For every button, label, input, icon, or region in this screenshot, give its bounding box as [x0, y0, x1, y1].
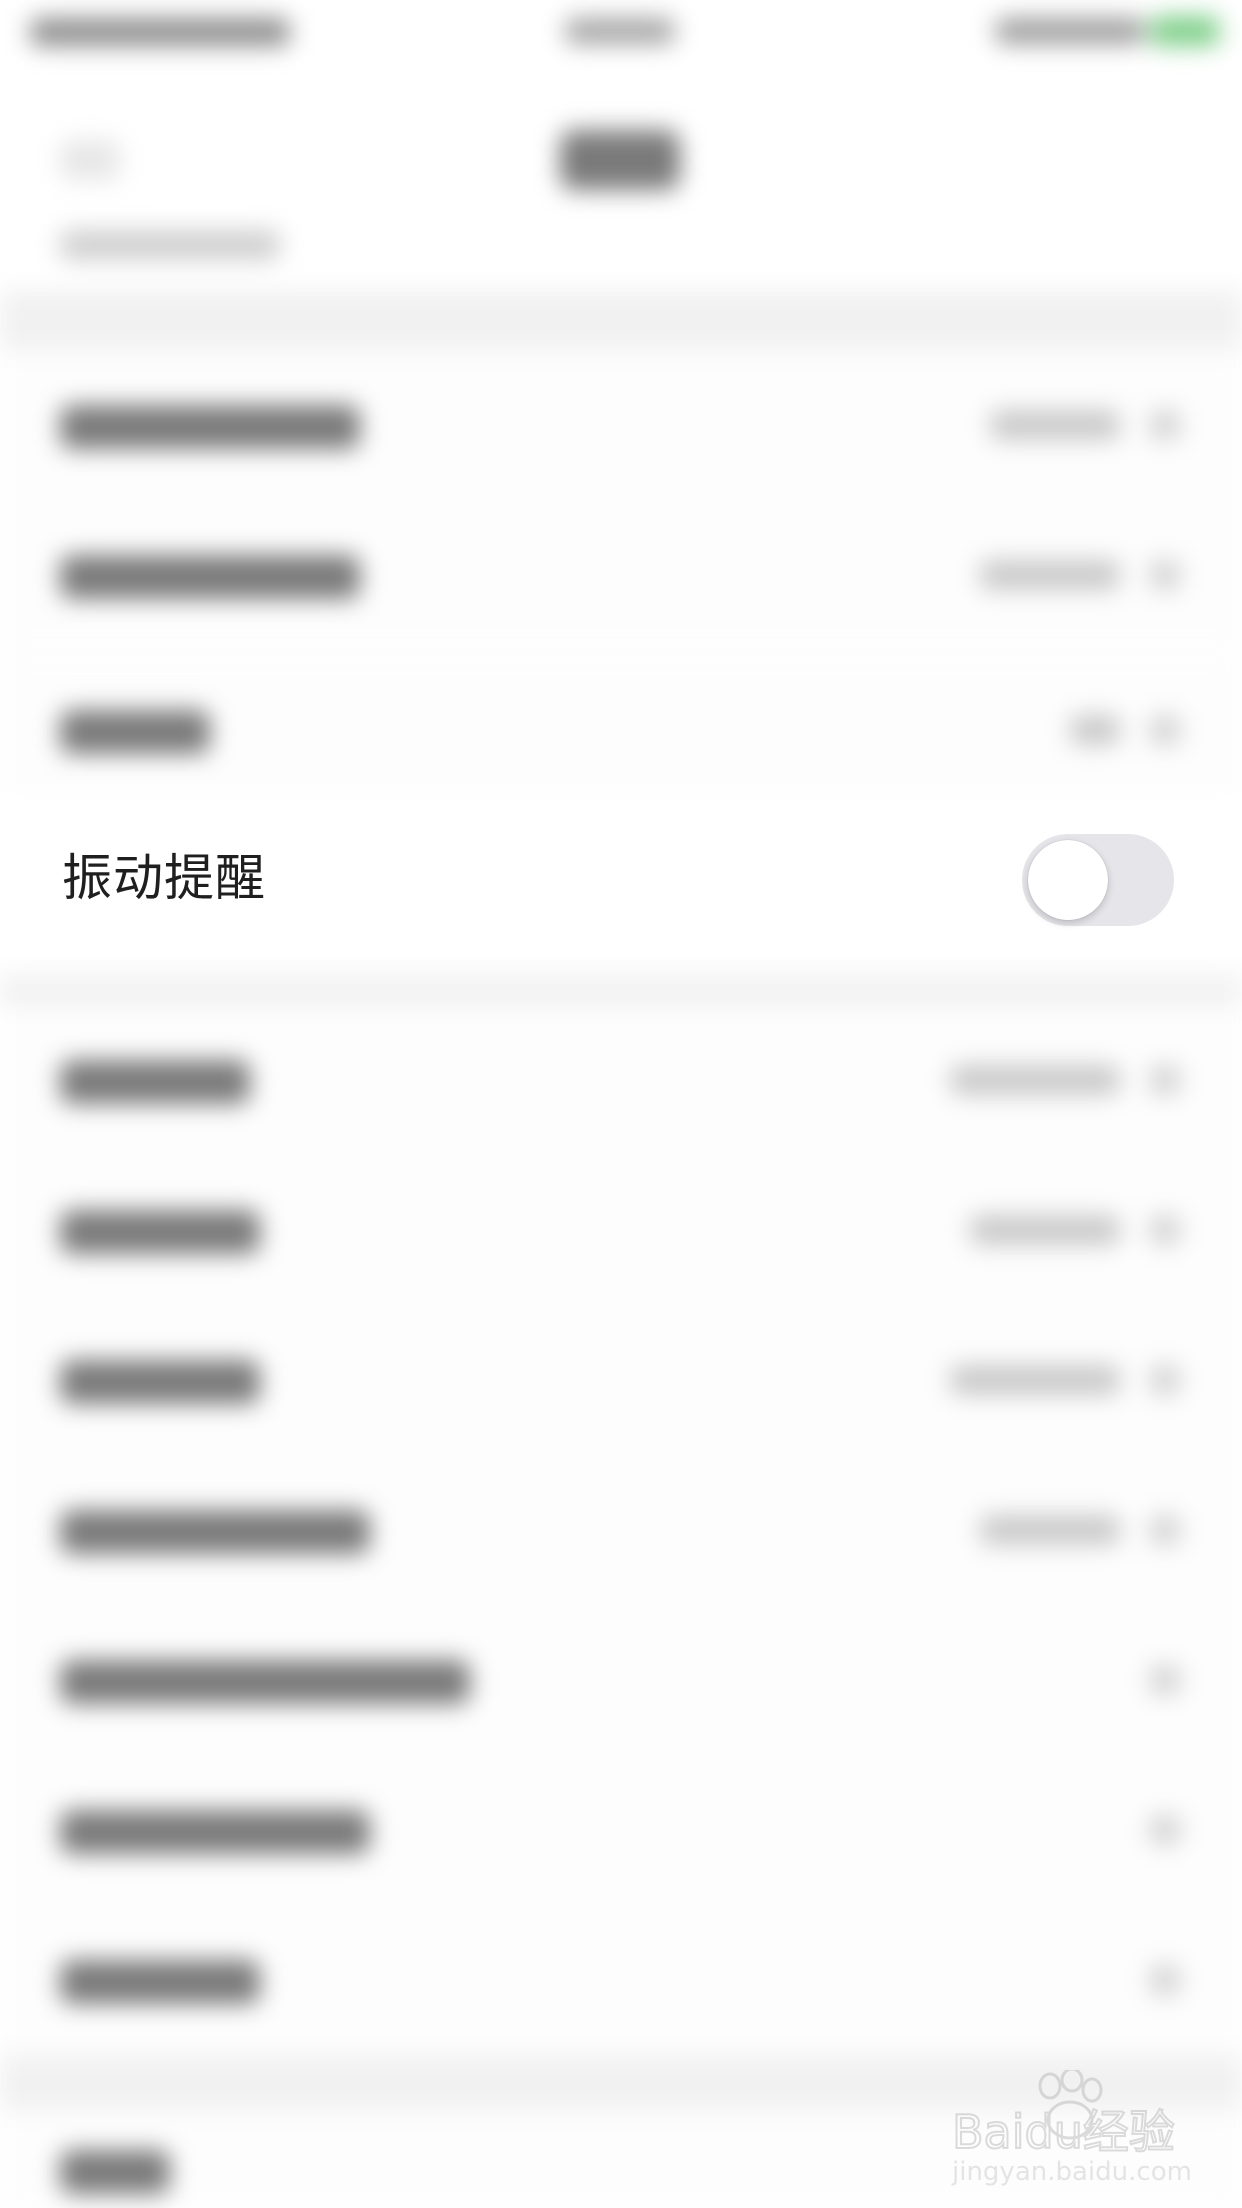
row-value — [970, 1215, 1120, 1245]
status-bar — [0, 0, 1242, 60]
row-value — [980, 1515, 1120, 1545]
settings-row[interactable] — [0, 1455, 1242, 1605]
clock — [565, 18, 675, 44]
chevron-right-icon — [1150, 1215, 1180, 1245]
chevron-right-icon — [1150, 1665, 1180, 1695]
chevron-right-icon — [1150, 410, 1180, 440]
chevron-right-icon — [1150, 560, 1180, 590]
carrier-indicator — [30, 18, 290, 46]
row-value — [980, 560, 1120, 590]
settings-row[interactable] — [0, 350, 1242, 500]
settings-row[interactable] — [0, 1755, 1242, 1905]
settings-page: 振动提醒 Baidu经验 jingyan.baidu.com — [0, 0, 1242, 2208]
settings-row[interactable] — [0, 500, 1242, 650]
vibration-alert-toggle[interactable] — [1022, 834, 1174, 926]
watermark-url: jingyan.baidu.com — [951, 2157, 1190, 2187]
chevron-right-icon — [1150, 1515, 1180, 1545]
section-divider — [0, 955, 1242, 1005]
row-label — [60, 2150, 170, 2194]
toggle-knob — [1028, 840, 1108, 920]
vibration-alert-label: 振动提醒 — [62, 850, 266, 906]
row-label — [60, 1810, 370, 1854]
chevron-right-icon — [1150, 1065, 1180, 1095]
row-label — [60, 1210, 260, 1254]
settings-row[interactable] — [0, 1005, 1242, 1155]
chevron-right-icon — [1150, 715, 1180, 745]
row-value — [950, 1365, 1120, 1395]
row-value — [950, 1065, 1120, 1095]
chevron-right-icon — [1150, 1965, 1180, 1995]
row-value — [990, 410, 1120, 440]
nav-bar — [0, 60, 1242, 270]
back-button[interactable] — [60, 140, 120, 180]
section-header — [60, 230, 280, 260]
row-label — [60, 405, 360, 449]
settings-row[interactable] — [0, 1155, 1242, 1305]
row-label — [60, 1360, 260, 1404]
chevron-right-icon — [1150, 1365, 1180, 1395]
battery-icon — [1150, 16, 1220, 46]
settings-row[interactable] — [0, 1905, 1242, 2055]
page-title — [560, 130, 680, 190]
row-label — [60, 1510, 370, 1554]
row-label — [60, 555, 360, 599]
row-label — [60, 1660, 470, 1704]
row-label — [60, 710, 210, 754]
settings-row[interactable] — [0, 1605, 1242, 1755]
vibration-alert-row[interactable]: 振动提醒 — [0, 810, 1242, 955]
status-indicators — [995, 18, 1145, 44]
watermark-brand: Baidu经验 — [952, 2105, 1175, 2159]
chevron-right-icon — [1150, 1815, 1180, 1845]
baidu-jingyan-watermark: Baidu经验 jingyan.baidu.com — [950, 2067, 1192, 2190]
row-label — [60, 1060, 250, 1104]
settings-row[interactable] — [0, 1305, 1242, 1455]
row-value — [1070, 715, 1120, 745]
settings-row[interactable] — [0, 655, 1242, 805]
row-label — [60, 1960, 260, 2004]
